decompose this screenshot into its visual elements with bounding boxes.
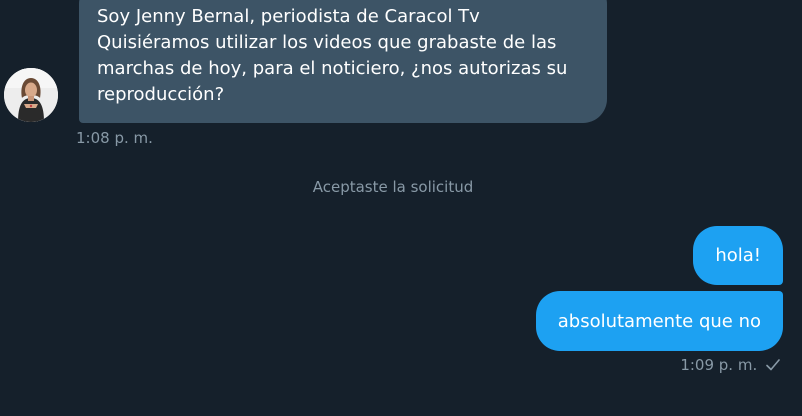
message-text-line: Quisiéramos utilizar los videos que grab… [97,32,557,53]
message-text-line: reproducción? [97,84,225,105]
incoming-timestamp: 1:08 p. m. [76,129,153,147]
check-icon [766,356,780,371]
message-text-line: marchas de hoy, para el noticiero, ¿nos … [97,58,568,79]
outgoing-timestamp: 1:09 p. m. [680,356,758,374]
outgoing-message-bubble[interactable]: hola! [693,226,783,285]
sender-avatar[interactable] [4,68,58,122]
message-text: absolutamente que no [557,311,761,332]
message-text-line: Soy Jenny Bernal, periodista de Caracol … [97,6,480,27]
incoming-message-bubble[interactable]: Soy Jenny Bernal, periodista de Caracol … [79,0,607,123]
message-text: hola! [715,245,761,266]
outgoing-timestamp-row: 1:09 p. m. [680,355,780,375]
conversation-view: Soy Jenny Bernal, periodista de Caracol … [0,0,802,416]
request-accepted-notice: Aceptaste la solicitud [312,178,474,196]
outgoing-message-bubble[interactable]: absolutamente que no [535,291,783,351]
avatar-photo-icon [4,68,58,122]
